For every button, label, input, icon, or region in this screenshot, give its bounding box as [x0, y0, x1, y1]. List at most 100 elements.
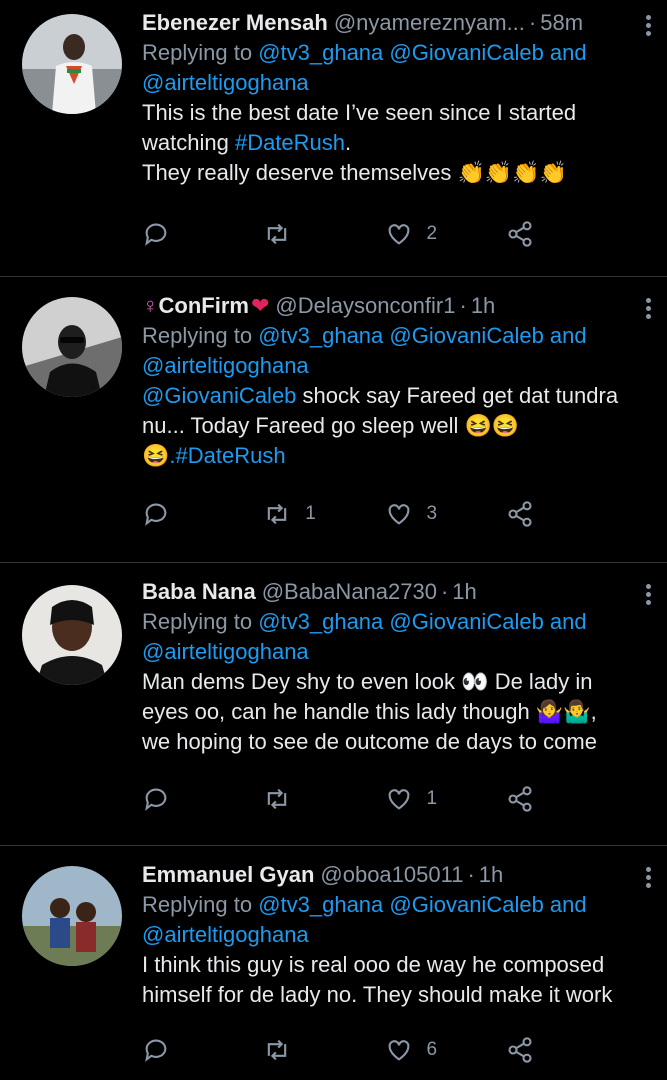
tweet-time[interactable]: 1h — [479, 860, 503, 890]
author-handle[interactable]: @BabaNana2730 — [262, 577, 437, 607]
reply-mentions[interactable]: @tv3_ghana @GiovaniCaleb — [258, 609, 544, 634]
tweet-actions: 2 — [142, 220, 627, 248]
more-vertical-icon[interactable] — [643, 12, 653, 39]
tweet-header: Baba Nana @BabaNana2730 · 1h — [142, 577, 647, 607]
replying-to-label: Replying to — [142, 40, 259, 65]
reply-and[interactable]: and — [544, 892, 587, 917]
tweet-time[interactable]: 1h — [471, 291, 495, 321]
share-button[interactable] — [506, 785, 627, 813]
tweet[interactable]: Emmanuel Gyan @oboa105011 · 1h Replying … — [0, 846, 667, 1080]
separator-dot: · — [459, 293, 467, 318]
author-name[interactable]: ConFirm — [159, 291, 249, 321]
heart-icon — [388, 789, 409, 810]
heart-icon — [388, 504, 409, 525]
tweet-text-line: watching — [142, 130, 235, 155]
share-icon — [508, 221, 532, 247]
tweet-text-line: I think this guy is real ooo de way he c… — [142, 952, 605, 977]
avatar[interactable] — [22, 297, 122, 397]
tweet-content: Emmanuel Gyan @oboa105011 · 1h Replying … — [142, 860, 651, 1010]
hashtag-link[interactable]: .#DateRush — [169, 443, 285, 468]
more-vertical-icon[interactable] — [643, 295, 653, 322]
separator-dot: · — [467, 862, 475, 887]
tweet-text: @GiovaniCaleb shock say Fareed get dat t… — [142, 381, 647, 471]
replying-to: Replying to @tv3_ghana @GiovaniCaleb and… — [142, 321, 647, 381]
tweet-text-line: we hoping to see de outcome de days to c… — [142, 729, 597, 754]
tweet-actions: 1 3 — [142, 500, 627, 528]
female-sign-icon: ♀ — [142, 293, 159, 318]
tweet[interactable]: ♀ ConFirm ❤ @Delaysonconfir1 · 1h Replyi… — [0, 277, 667, 563]
share-button[interactable] — [506, 220, 627, 248]
reply-mention-last[interactable]: @airteltigoghana — [142, 639, 309, 664]
retweet-button[interactable] — [263, 785, 384, 813]
retweet-button[interactable] — [263, 220, 384, 248]
tweet-text-line: This is the best date I’ve seen since I … — [142, 100, 577, 125]
retweet-icon — [268, 788, 287, 810]
reply-icon — [145, 788, 167, 811]
like-button[interactable]: 2 — [385, 220, 506, 248]
reply-button[interactable] — [142, 1036, 263, 1064]
reply-and[interactable]: and — [544, 323, 587, 348]
reply-icon — [145, 503, 167, 526]
tweet-actions: 6 — [142, 1036, 627, 1064]
share-button[interactable] — [506, 500, 627, 528]
author-handle[interactable]: @nyamereznyam... — [334, 8, 525, 38]
tweet-text-punct: . — [345, 130, 352, 155]
hashtag-link[interactable]: #DateRush — [235, 130, 345, 155]
like-button[interactable]: 6 — [385, 1036, 506, 1064]
reply-mention-last[interactable]: @airteltigoghana — [142, 922, 309, 947]
reply-and[interactable]: and — [544, 40, 587, 65]
reply-mentions[interactable]: @tv3_ghana @GiovaniCaleb — [258, 323, 544, 348]
reply-mentions[interactable]: @tv3_ghana @GiovaniCaleb — [258, 40, 544, 65]
eyes-emoji: 👀 — [461, 669, 489, 694]
more-vertical-icon[interactable] — [643, 864, 653, 891]
retweet-button[interactable] — [263, 1036, 384, 1064]
reply-button[interactable] — [142, 500, 263, 528]
tweet[interactable]: Ebenezer Mensah @nyamereznyam... · 58m R… — [0, 0, 667, 277]
tweet-time[interactable]: 58m — [540, 8, 583, 38]
retweet-button[interactable]: 1 — [263, 500, 384, 528]
avatar[interactable] — [22, 866, 122, 966]
retweet-icon — [268, 223, 287, 245]
tweet-text: Man dems Dey shy to even look 👀 De lady … — [142, 667, 647, 757]
avatar[interactable] — [22, 585, 122, 685]
reply-mentions[interactable]: @tv3_ghana @GiovaniCaleb — [258, 892, 544, 917]
tweet-text-line: They really deserve themselves — [142, 160, 452, 185]
laughing-emoji: 😆 — [142, 443, 170, 468]
tweet-time[interactable]: 1h — [452, 577, 476, 607]
tweet-header: Emmanuel Gyan @oboa105011 · 1h — [142, 860, 647, 890]
author-name[interactable]: Emmanuel Gyan — [142, 860, 314, 890]
reply-mention-last[interactable]: @airteltigoghana — [142, 353, 309, 378]
like-count: 6 — [426, 1039, 438, 1060]
replying-to: Replying to @tv3_ghana @GiovaniCaleb and… — [142, 607, 647, 667]
tweet-text-line: nu... Today Fareed go sleep well — [142, 413, 459, 438]
like-button[interactable]: 1 — [385, 785, 506, 813]
tweet-content: ♀ ConFirm ❤ @Delaysonconfir1 · 1h Replyi… — [142, 291, 651, 471]
retweet-icon — [268, 503, 287, 525]
share-icon — [508, 786, 532, 812]
tweet-header: ♀ ConFirm ❤ @Delaysonconfir1 · 1h — [142, 291, 647, 321]
laughing-emojis: 😆😆 — [464, 413, 520, 438]
author-handle[interactable]: @oboa105011 — [320, 860, 463, 890]
author-handle[interactable]: @Delaysonconfir1 — [275, 291, 455, 321]
share-button[interactable] — [506, 1036, 627, 1064]
like-count: 2 — [426, 223, 438, 244]
reply-and[interactable]: and — [544, 609, 587, 634]
like-count: 3 — [426, 503, 438, 524]
mention-link[interactable]: @GiovaniCaleb — [142, 383, 296, 408]
tweet-text-punct: , — [590, 699, 597, 724]
tweet[interactable]: Baba Nana @BabaNana2730 · 1h Replying to… — [0, 563, 667, 846]
author-name[interactable]: Baba Nana — [142, 577, 256, 607]
like-button[interactable]: 3 — [385, 500, 506, 528]
author-name[interactable]: Ebenezer Mensah — [142, 8, 328, 38]
reply-mention-last[interactable]: @airteltigoghana — [142, 70, 309, 95]
reply-icon — [145, 1039, 167, 1062]
reply-button[interactable] — [142, 785, 263, 813]
tweet-text-line: De lady in — [488, 669, 593, 694]
more-vertical-icon[interactable] — [643, 581, 653, 608]
tweet-text-line: Man dems Dey shy to even look — [142, 669, 456, 694]
heart-icon — [388, 224, 409, 245]
avatar[interactable] — [22, 14, 122, 114]
reply-button[interactable] — [142, 220, 263, 248]
retweet-count: 1 — [305, 503, 316, 524]
shrug-emojis: 🤷‍♀️🤷‍♂️ — [535, 699, 591, 724]
